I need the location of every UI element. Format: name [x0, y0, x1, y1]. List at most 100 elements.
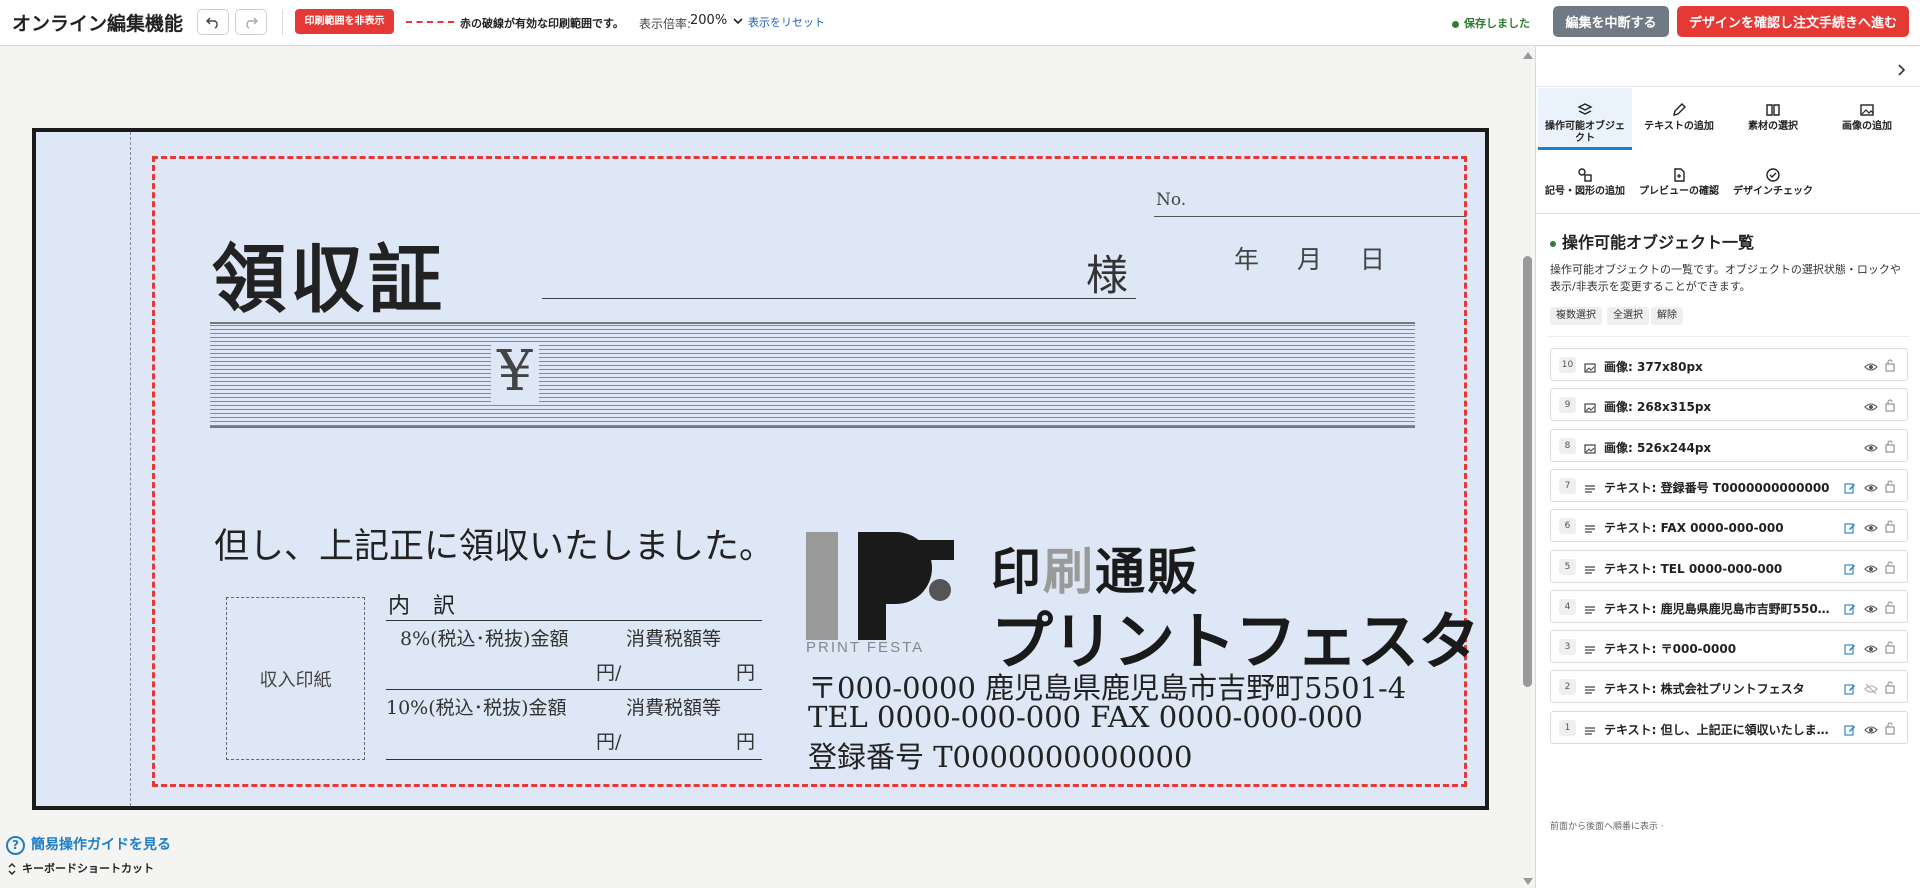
- edit-object-button[interactable]: [1844, 479, 1856, 498]
- scroll-up-arrow-icon[interactable]: [1523, 52, 1533, 59]
- abort-edit-button[interactable]: 編集を中断する: [1553, 6, 1669, 37]
- amount-bottom-line: [210, 426, 1415, 428]
- toggle-lock-button[interactable]: [1884, 518, 1896, 537]
- toggle-lock-button[interactable]: [1884, 357, 1896, 376]
- lock-icon: [1885, 399, 1895, 412]
- check-circle-icon: [1766, 168, 1780, 182]
- multi-select-button[interactable]: 複数選択: [1550, 307, 1602, 325]
- edit-object-button[interactable]: [1844, 721, 1856, 740]
- toggle-visibility-button[interactable]: [1864, 519, 1878, 538]
- app-title: オンライン編集機能: [12, 13, 184, 35]
- breakdown-line: [386, 689, 762, 690]
- toggle-lock-button[interactable]: [1884, 599, 1896, 618]
- top-bar: オンライン編集機能 印刷範囲を非表示 赤の破線が有効な印刷範囲です。 表示倍率:…: [0, 0, 1920, 46]
- list-divider: [1548, 336, 1910, 337]
- reset-view-link[interactable]: 表示をリセット: [748, 14, 825, 30]
- object-type-icon: [1584, 681, 1596, 700]
- canvas-scrollbar[interactable]: [1520, 47, 1535, 888]
- edit-object-button[interactable]: [1844, 600, 1856, 619]
- toggle-visibility-button[interactable]: [1864, 640, 1878, 659]
- file-icon: [1674, 168, 1685, 182]
- receipt-design[interactable]: 領収証 No. 様 年 月 日 ¥ 但し、上記正に領収いたしました。 収入印紙 …: [32, 128, 1489, 810]
- toggle-lock-button[interactable]: [1884, 639, 1896, 658]
- receipt-number-label[interactable]: No.: [1156, 190, 1186, 210]
- company-registration-number[interactable]: 登録番号 T0000000000000: [808, 734, 1192, 776]
- undo-button[interactable]: [197, 9, 229, 35]
- breakdown-yen-8: 円: [736, 662, 756, 684]
- object-index: 6: [1559, 518, 1576, 535]
- toggle-visibility-button[interactable]: [1864, 560, 1878, 579]
- tab-add-text[interactable]: テキストの追加: [1632, 88, 1726, 146]
- object-row[interactable]: 10 画像: 377x80px: [1550, 348, 1908, 381]
- toggle-visibility-button[interactable]: [1864, 398, 1878, 417]
- scrollbar-thumb[interactable]: [1523, 256, 1532, 687]
- breakdown-line: [386, 759, 762, 760]
- object-row[interactable]: 4 テキスト: 鹿児島県鹿児島市吉野町5501-4: [1550, 589, 1908, 623]
- object-label: 画像: 377x80px: [1604, 360, 1703, 374]
- select-all-button[interactable]: 全選択: [1607, 307, 1649, 325]
- toggle-visibility-button[interactable]: [1864, 439, 1878, 458]
- object-row[interactable]: 5 テキスト: TEL 0000-000-000: [1550, 549, 1908, 583]
- eye-icon: [1864, 484, 1878, 492]
- object-row[interactable]: 8 画像: 526x244px: [1550, 428, 1908, 462]
- edit-object-button[interactable]: [1844, 640, 1856, 659]
- redo-button[interactable]: [235, 9, 267, 35]
- lock-icon: [1885, 480, 1895, 493]
- objects-section-title-text: 操作可能オブジェクト一覧: [1562, 233, 1755, 252]
- company-tel-fax[interactable]: TEL 0000-000-000 FAX 0000-000-000: [808, 700, 1363, 734]
- quick-guide-link[interactable]: ? 簡易操作ガイドを見る: [6, 834, 171, 855]
- object-label: テキスト: 〒000-0000: [1604, 642, 1737, 657]
- toggle-visibility-button[interactable]: [1864, 721, 1878, 740]
- collapse-panel-button[interactable]: [1896, 61, 1906, 80]
- deselect-button[interactable]: 解除: [1651, 307, 1683, 325]
- text-lines-icon: [1585, 485, 1595, 493]
- zoom-label: 表示倍率:: [639, 17, 692, 31]
- object-row[interactable]: 6 テキスト: FAX 0000-000-000: [1550, 509, 1908, 543]
- edit-object-button[interactable]: [1844, 560, 1856, 579]
- zoom-select[interactable]: 200%: [690, 13, 743, 28]
- object-index: 10: [1559, 357, 1576, 373]
- receipt-title[interactable]: 領収証: [212, 220, 446, 327]
- scroll-down-arrow-icon[interactable]: [1523, 878, 1533, 885]
- toggle-visibility-button[interactable]: [1864, 680, 1878, 699]
- print-area-toggle-button[interactable]: 印刷範囲を非表示: [295, 9, 394, 34]
- tab-label: プレビューの確認: [1639, 186, 1719, 197]
- tab-preview[interactable]: プレビューの確認: [1632, 153, 1726, 211]
- toggle-lock-button[interactable]: [1884, 679, 1896, 698]
- object-row[interactable]: 3 テキスト: 〒000-0000: [1550, 630, 1908, 664]
- tab-add-shapes[interactable]: 記号・図形の追加: [1538, 153, 1632, 211]
- receipt-note-text[interactable]: 但し、上記正に領収いたしました。: [214, 518, 774, 569]
- objects-section-description: 操作可能オブジェクトの一覧です。オブジェクトの選択状態・ロックや表示/非表示を変…: [1550, 263, 1901, 293]
- undo-icon: [206, 17, 218, 29]
- tab-add-image[interactable]: 画像の追加: [1820, 88, 1914, 146]
- lock-icon: [1885, 722, 1895, 735]
- object-row[interactable]: 7 テキスト: 登録番号 T0000000000000: [1550, 468, 1908, 502]
- toggle-lock-button[interactable]: [1884, 397, 1896, 416]
- breakdown-yen-slash-10: 円/: [596, 731, 622, 753]
- eye-icon: [1864, 726, 1878, 734]
- image-icon: [1860, 104, 1874, 116]
- tab-label: 記号・図形の追加: [1545, 186, 1625, 197]
- confirm-order-button[interactable]: デザインを確認し注文手続きへ進む: [1677, 6, 1909, 37]
- toggle-lock-button[interactable]: [1884, 559, 1896, 578]
- object-row[interactable]: 1 テキスト: 但し、上記正に領収いたしました。: [1550, 710, 1908, 744]
- yen-symbol[interactable]: ¥: [491, 342, 539, 402]
- tab-design-check[interactable]: デザインチェック: [1726, 153, 1820, 211]
- receipt-honorific[interactable]: 様: [1086, 242, 1128, 303]
- object-type-icon: [1584, 601, 1596, 620]
- tab-objects[interactable]: 操作可能オブジェクト: [1538, 88, 1632, 150]
- edit-object-button[interactable]: [1844, 680, 1856, 699]
- keyboard-shortcuts-toggle[interactable]: キーボードショートカット: [8, 860, 154, 876]
- toggle-lock-button[interactable]: [1884, 478, 1896, 497]
- receipt-date[interactable]: 年 月 日: [1234, 240, 1385, 276]
- toggle-lock-button[interactable]: [1884, 720, 1896, 739]
- toggle-visibility-button[interactable]: [1864, 358, 1878, 377]
- tab-select-material[interactable]: 素材の選択: [1726, 88, 1820, 146]
- edit-object-button[interactable]: [1844, 519, 1856, 538]
- toggle-lock-button[interactable]: [1884, 438, 1896, 457]
- toggle-visibility-button[interactable]: [1864, 479, 1878, 498]
- object-type-icon: [1584, 359, 1596, 378]
- toggle-visibility-button[interactable]: [1864, 600, 1878, 619]
- object-row[interactable]: 9 画像: 268x315px: [1550, 388, 1908, 422]
- object-row[interactable]: 2 テキスト: 株式会社プリントフェスタ: [1550, 670, 1908, 704]
